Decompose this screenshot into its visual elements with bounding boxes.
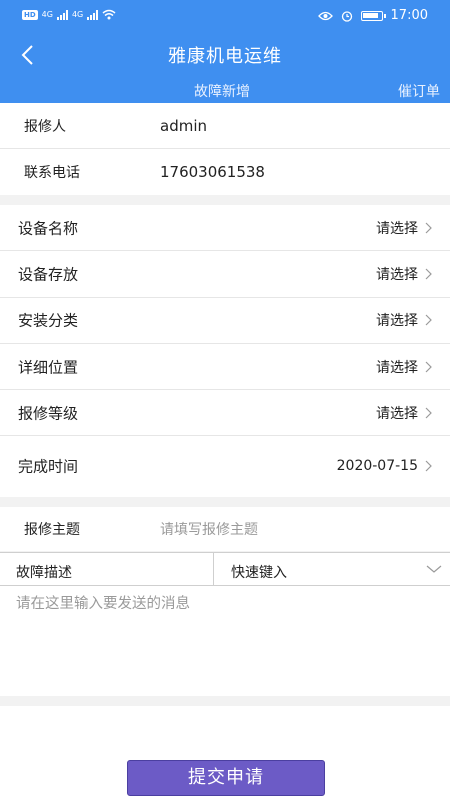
submit-button[interactable]: 提交申请: [127, 760, 325, 796]
status-bar: HD 4G 4G 17:00: [0, 0, 450, 32]
divider: [213, 553, 214, 586]
signal-icon: [56, 9, 68, 20]
chevron-right-icon: [425, 314, 432, 326]
field-repair-level[interactable]: 报修等级 请选择: [0, 390, 450, 437]
field-install-category[interactable]: 安装分类 请选择: [0, 298, 450, 344]
field-label: 完成时间: [18, 457, 79, 476]
tab-fault-add[interactable]: 故障新增: [194, 81, 250, 101]
field-value: 请选择: [376, 405, 418, 422]
app-header: HD 4G 4G 17:00 雅康机电运维 故障新增 催订单: [0, 0, 450, 103]
network-label: 4G: [41, 10, 53, 19]
field-label: 详细位置: [18, 358, 79, 377]
phone-value: 17603061538: [160, 163, 265, 181]
status-left: HD 4G 4G: [22, 9, 116, 20]
description-placeholder: 请在这里输入要发送的消息: [16, 596, 190, 612]
field-value: 请选择: [376, 359, 418, 376]
quick-input-select[interactable]: 快速键入: [231, 562, 287, 582]
chevron-down-icon[interactable]: [426, 564, 442, 574]
description-textarea[interactable]: 请在这里输入要发送的消息: [0, 586, 450, 696]
field-finish-time[interactable]: 完成时间 2020-07-15: [0, 436, 450, 496]
field-label: 安装分类: [18, 311, 79, 330]
chevron-right-icon: [425, 461, 432, 472]
field-location[interactable]: 详细位置 请选择: [0, 344, 450, 391]
signal-icon-2: [87, 9, 99, 20]
page-title: 雅康机电运维: [168, 46, 282, 67]
field-value: 请选择: [376, 313, 418, 330]
battery-icon: [360, 10, 386, 21]
reporter-row: 报修人 admin: [0, 103, 450, 149]
subject-row: 报修主题 请填写报修主题: [0, 507, 450, 551]
hd-badge: HD: [22, 9, 38, 20]
chevron-right-icon: [425, 268, 432, 280]
chevron-right-icon: [425, 222, 432, 234]
reporter-label: 报修人: [24, 118, 66, 135]
chevron-right-icon: [425, 407, 432, 419]
phone-row: 联系电话 17603061538: [0, 149, 450, 195]
field-value: 请选择: [376, 266, 418, 283]
reporter-value: admin: [160, 116, 207, 135]
clock: 17:00: [390, 8, 428, 23]
eye-icon: [317, 11, 333, 20]
status-right: 17:00: [317, 8, 428, 23]
description-label: 故障描述: [16, 565, 72, 581]
tab-urge-order[interactable]: 催订单: [398, 81, 440, 101]
field-value: 2020-07-15: [336, 458, 418, 475]
field-value: 请选择: [376, 220, 418, 237]
chevron-right-icon: [425, 361, 432, 372]
wifi-icon: [102, 9, 116, 20]
field-label: 设备存放: [18, 265, 79, 284]
field-label: 报修等级: [18, 404, 79, 423]
description-header: 故障描述 快速键入: [0, 552, 450, 586]
device-fields-card: 设备名称 请选择 设备存放 请选择 安装分类 请选择 详细位置 请选择 报修等级…: [0, 205, 450, 497]
alarm-icon: [341, 10, 352, 22]
field-label: 设备名称: [18, 219, 79, 238]
subject-label: 报修主题: [24, 522, 80, 538]
subject-input[interactable]: 请填写报修主题: [160, 519, 258, 539]
reporter-card: 报修人 admin 联系电话 17603061538: [0, 103, 450, 195]
network-label-2: 4G: [71, 10, 84, 19]
field-device-storage[interactable]: 设备存放 请选择: [0, 251, 450, 298]
field-device-name[interactable]: 设备名称 请选择: [0, 205, 450, 252]
phone-label: 联系电话: [24, 165, 80, 181]
